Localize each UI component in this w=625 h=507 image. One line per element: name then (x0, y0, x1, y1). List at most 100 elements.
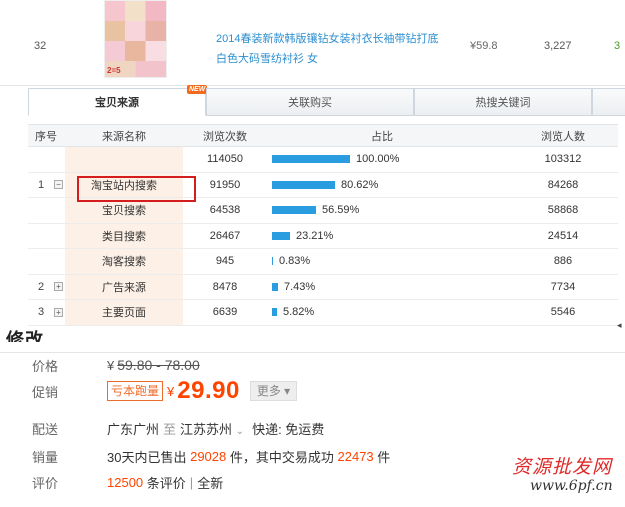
sales-value: 30天内已售出 29028 件，其中交易成功 22473 件 (107, 447, 390, 466)
sales-mid: 件，其中交易成功 (229, 449, 334, 465)
header-visitors: 浏览人数 (541, 130, 585, 143)
product-title-link[interactable]: 2014春装新款韩版镶钻女装衬衣长袖带钻打底白色大码雪纺衬衫 女 (216, 29, 446, 69)
tab-related-purchase[interactable]: 关联购买 (206, 88, 414, 116)
tab-item-source[interactable]: 宝贝来源 NEW (28, 85, 208, 116)
header-share: 占比 (371, 130, 393, 143)
price-label: 价格 (32, 358, 59, 374)
header-index: 序号 (35, 130, 57, 143)
share-bar (272, 155, 350, 164)
ship-method: 快递: 免运费 (252, 421, 325, 437)
visitor-count: 24514 (547, 229, 579, 242)
tab-label: 宝贝来源 (95, 97, 139, 109)
toggle-glyph: + (54, 282, 63, 292)
sales-label: 销量 (32, 449, 59, 465)
promo-label: 促销 (32, 384, 59, 400)
yen-symbol: ¥ (107, 357, 115, 373)
source-name: 主要页面 (65, 300, 183, 325)
table-row[interactable]: 类目搜索 26467 23.21% 24514 (28, 223, 618, 249)
share-cell: 100.00% (272, 147, 492, 172)
review-count[interactable]: 12500 (107, 475, 143, 490)
source-tabs: 宝贝来源 NEW 关联购买 热搜关键词 (28, 85, 625, 116)
sales-count: 29028 (190, 448, 227, 464)
new-badge: NEW (187, 85, 208, 94)
row-index (28, 224, 64, 249)
share-bar (272, 180, 335, 189)
view-count: 6639 (212, 306, 238, 319)
promo-tag: 亏本跑量 (107, 381, 164, 401)
shipping-label: 配送 (32, 421, 59, 437)
header-source: 来源名称 (102, 130, 146, 143)
visitor-count: 886 (553, 255, 573, 268)
share-cell: 80.62% (272, 173, 492, 198)
thumbnail-tag: 2=5 (107, 66, 121, 75)
share-percent: 80.62% (341, 178, 379, 191)
table-body: 114050 100.00% 103312 1− 淘宝站内搜索 91950 80.62% 84… (28, 147, 618, 326)
visitor-count: 7734 (550, 280, 576, 293)
table-row[interactable]: 2 + 广告来源 8478 7.43% 7734 (28, 274, 618, 300)
watermark-logo-text: 资源批发网 (512, 456, 613, 478)
source-name (65, 147, 183, 172)
header-views: 浏览次数 (203, 130, 247, 143)
table-row[interactable]: 114050 100.00% 103312 (28, 147, 618, 173)
expand-icon[interactable]: + (54, 300, 65, 325)
tab-overflow[interactable] (592, 88, 625, 116)
source-name: 类目搜索 (65, 223, 183, 248)
caret-down-icon: ▾ (284, 384, 291, 398)
scroll-arrow-icon[interactable]: ◂ (617, 320, 622, 331)
source-table: 序号 来源名称 浏览次数 占比 浏览人数 114050 100.00% 103312… (28, 124, 618, 326)
share-bar (272, 282, 278, 291)
ship-to: 江苏苏州 (180, 421, 233, 437)
share-bar (272, 308, 277, 317)
share-percent: 100.00% (356, 153, 400, 166)
table-row[interactable]: 淘客搜索 945 0.83% 886 (28, 249, 618, 275)
condition-flag: 全新 (197, 475, 224, 491)
share-cell: 7.43% (272, 275, 492, 300)
product-thumbnail[interactable]: 2=5 (104, 0, 167, 78)
more-label: 更多 (256, 384, 281, 398)
share-cell: 0.83% (272, 249, 492, 274)
table-row[interactable]: 3 + 主要页面 6639 5.82% 5546 (28, 300, 618, 326)
promo-yen-symbol: ¥ (167, 383, 175, 399)
section-heading: 修改 (6, 330, 44, 342)
ship-to-select[interactable]: 江苏苏州 ⌄ (180, 419, 244, 438)
view-count: 114050 (207, 153, 243, 166)
share-percent: 7.43% (284, 280, 316, 293)
source-name: 淘客搜索 (65, 249, 183, 274)
share-cell: 23.21% (272, 224, 492, 249)
visitor-count: 103312 (544, 153, 582, 166)
view-count: 26467 (209, 229, 241, 242)
share-cell: 56.59% (272, 198, 492, 223)
sales-prefix: 30天内已售出 (107, 449, 187, 465)
more-promotions-button[interactable]: 更多 ▾ (249, 381, 298, 401)
collapse-icon[interactable]: − (54, 173, 65, 198)
row-index (28, 147, 64, 172)
row-index (28, 249, 64, 274)
table-header: 序号 来源名称 浏览次数 占比 浏览人数 (28, 124, 618, 147)
ship-to-word: 至 (163, 421, 177, 437)
product-row: 32 2=5 2014春装新款韩版镶钻女装衬衣长袖带钻打底白色大码雪纺衬衫 女 … (0, 0, 625, 86)
tab-hot-keywords[interactable]: 热搜关键词 (414, 88, 592, 116)
ship-from: 广东广州 (107, 421, 160, 437)
row-index (28, 198, 64, 223)
product-rank: 32 (34, 40, 47, 52)
tab-label: 热搜关键词 (475, 97, 531, 109)
review-value: 12500 条评价 | 全新 (107, 473, 224, 492)
visitor-count: 5546 (550, 306, 576, 319)
sales-suffix: 件 (377, 449, 391, 465)
review-suffix[interactable]: 条评价 (147, 473, 186, 492)
visitor-count: 84268 (547, 178, 579, 191)
product-price: ¥59.8 (470, 40, 498, 52)
share-percent: 23.21% (296, 229, 334, 242)
toggle-glyph: + (54, 307, 63, 317)
visitor-count: 58868 (547, 204, 579, 217)
review-label: 评价 (32, 475, 59, 491)
view-count: 8478 (212, 280, 238, 293)
chevron-down-icon: ⌄ (235, 425, 245, 437)
view-count: 945 (215, 255, 235, 268)
tab-label: 关联购买 (288, 97, 332, 109)
share-bar (272, 231, 290, 240)
expand-icon[interactable]: + (54, 275, 65, 300)
price-value: ¥ 59.80 - 78.00 (107, 357, 200, 373)
shipping-value: 广东广州 至 江苏苏州 ⌄ 快递: 免运费 (107, 419, 324, 438)
share-bar (272, 206, 316, 215)
